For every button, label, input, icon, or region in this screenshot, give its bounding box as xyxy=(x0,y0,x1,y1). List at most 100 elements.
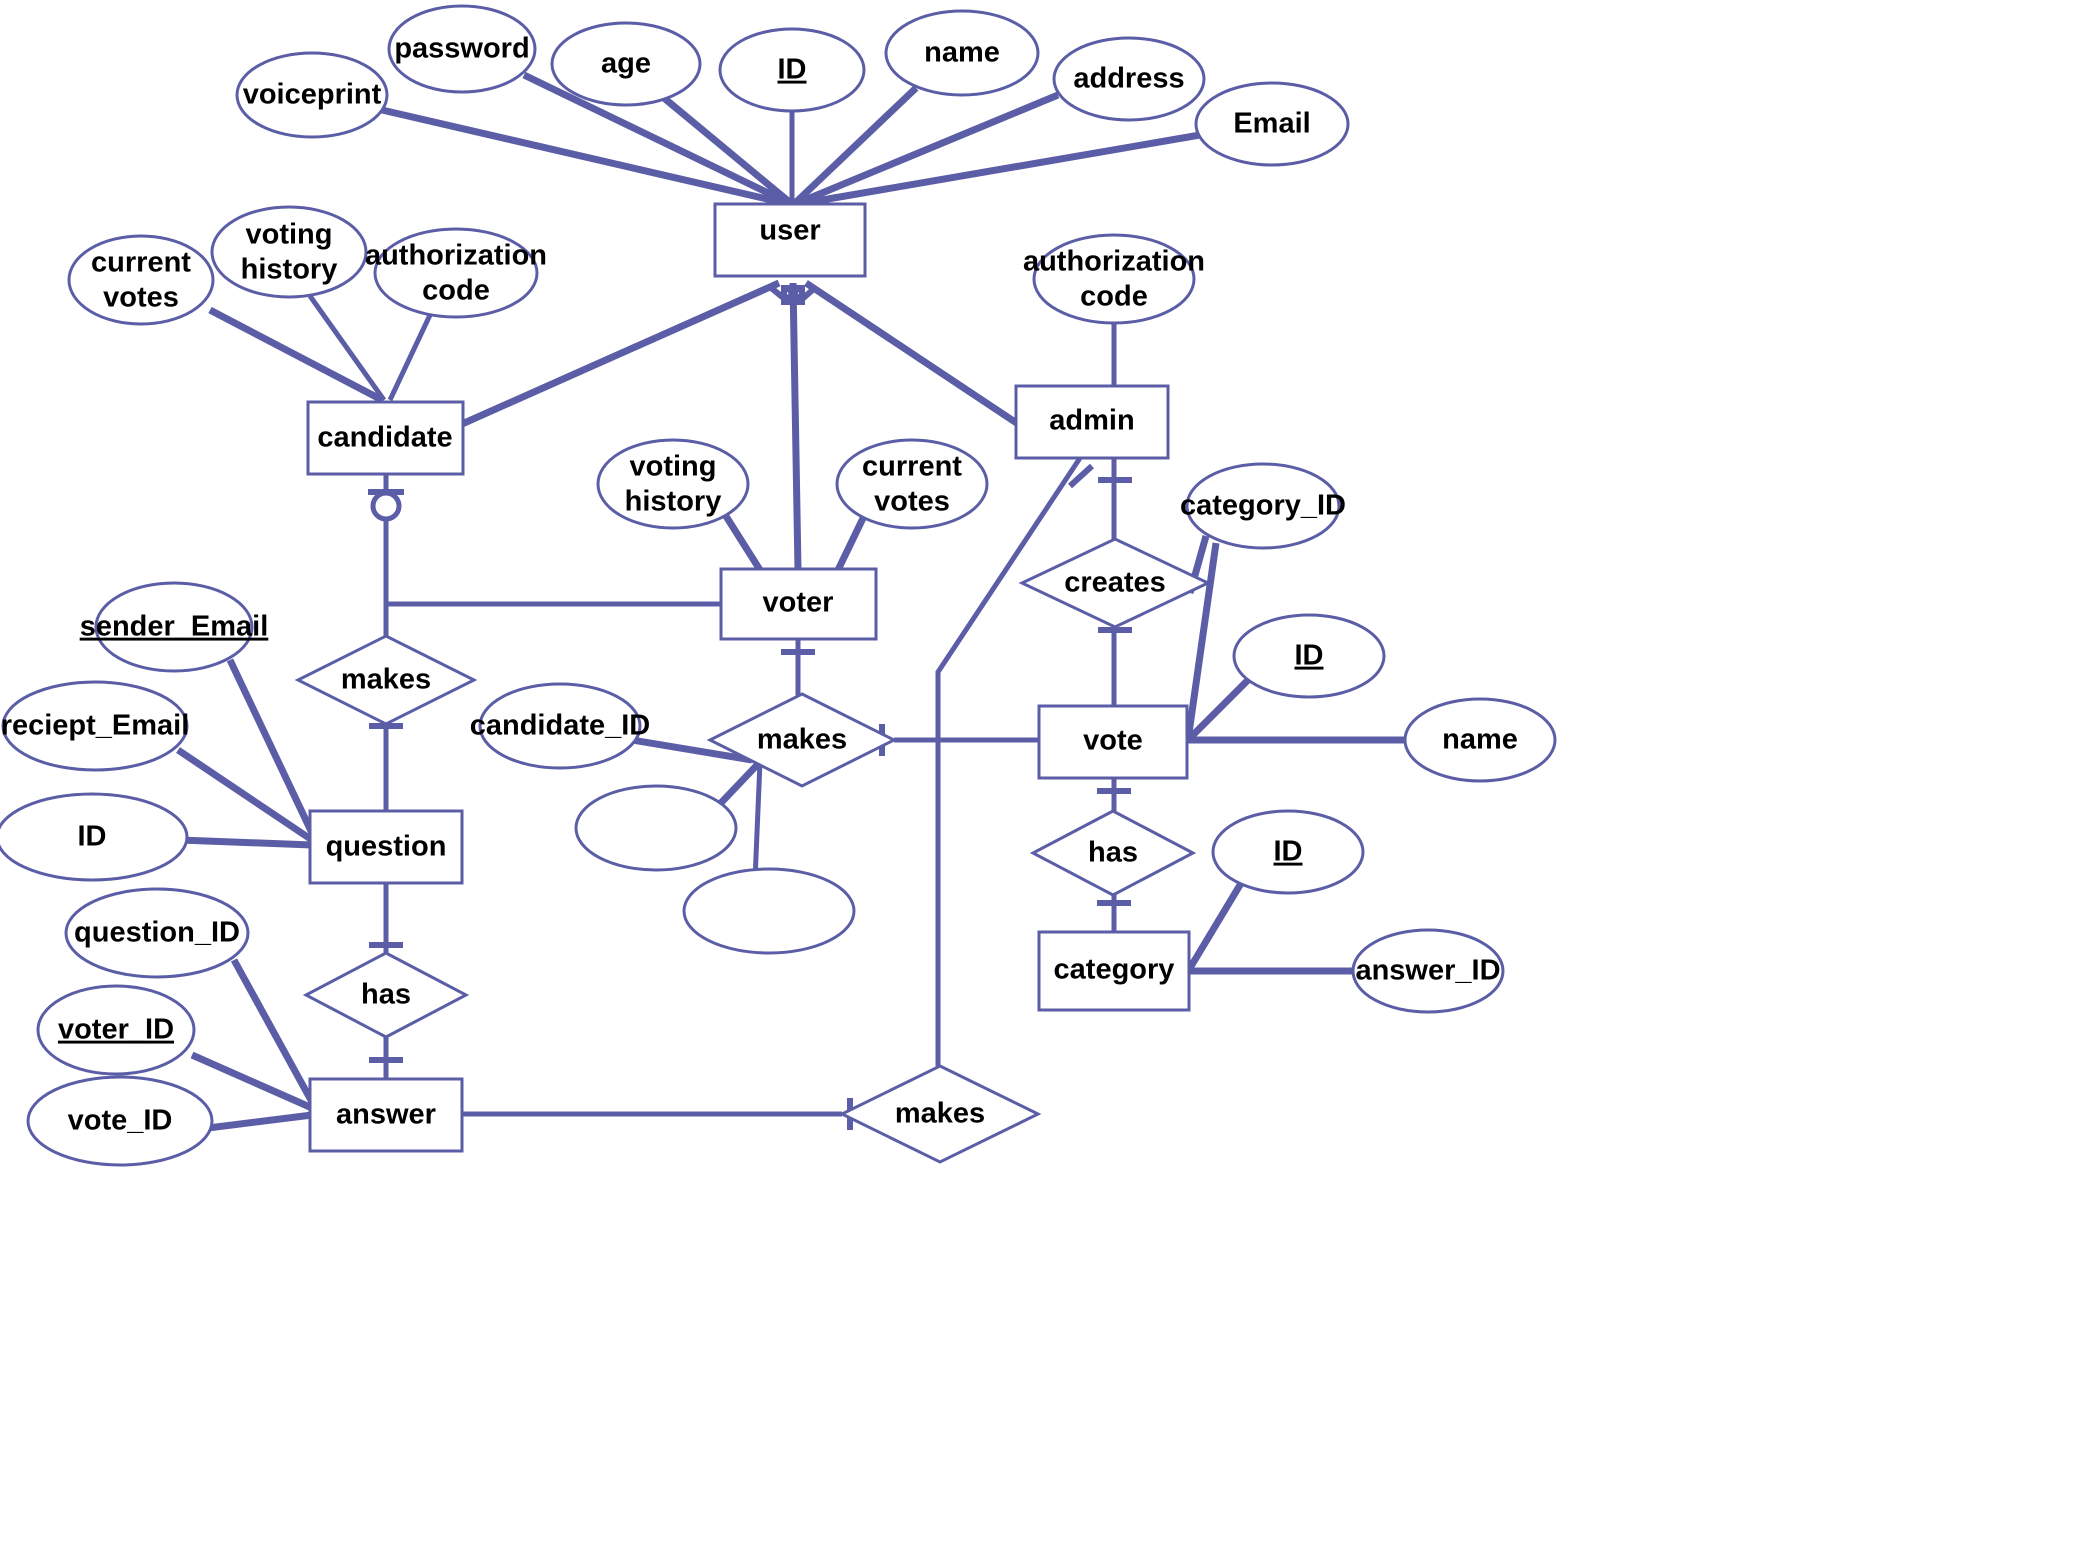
attribute-label: question_ID xyxy=(74,917,240,949)
edge-voteid-makesvote xyxy=(715,761,761,809)
entity-admin[interactable]: admin xyxy=(1014,384,1170,460)
edge-user-admin xyxy=(804,280,1020,427)
attribute-category-name[interactable]: answer_ID xyxy=(1351,928,1505,1014)
entity-vote[interactable]: vote xyxy=(1037,704,1189,780)
entity-user[interactable]: user xyxy=(713,202,867,278)
attribute-voter-voting-history[interactable]: voting history xyxy=(596,438,750,530)
attribute-address[interactable]: address xyxy=(1052,36,1206,122)
attribute-sender-email[interactable]: ID xyxy=(0,792,189,882)
attribute-label-line2: votes xyxy=(103,282,179,314)
attribute-label-line2: code xyxy=(1080,281,1148,313)
attribute-label: voter_ID xyxy=(58,1014,174,1046)
entity-label: vote xyxy=(1083,725,1143,757)
attribute-question-id-pk[interactable]: sender_Email xyxy=(80,581,269,673)
attribute-label: ID xyxy=(78,821,107,853)
attribute-candidate-authorization-code[interactable]: authorization code xyxy=(365,227,547,319)
entity-question[interactable]: question xyxy=(308,809,464,885)
attribute-label: vote_ID xyxy=(68,1105,173,1137)
entity-category[interactable]: category xyxy=(1037,930,1191,1012)
relationship-label: creates xyxy=(1064,567,1166,599)
attribute-reciept-email[interactable]: question_ID xyxy=(64,887,250,979)
attribute-voter-id[interactable]: candidate_ID xyxy=(470,682,651,770)
relationship-label: has xyxy=(361,979,411,1011)
attribute-user-id[interactable]: ID xyxy=(718,27,866,113)
relationship-label: makes xyxy=(757,724,847,756)
attribute-label: candidate_ID xyxy=(470,710,651,742)
relationship-makes-answer[interactable]: makes xyxy=(838,1064,1042,1164)
attribute-voiceprint[interactable]: voiceprint xyxy=(235,51,389,139)
attribute-question-id[interactable]: vote_ID xyxy=(26,1075,214,1167)
attribute-voter-current-votes[interactable]: current votes xyxy=(835,438,989,530)
er-diagram-canvas: voiceprint password age ID name address … xyxy=(0,0,2090,1566)
entity-label: voter xyxy=(763,587,834,619)
attribute-admin-id[interactable]: category_ID xyxy=(1180,462,1346,550)
attribute-label: address xyxy=(1073,63,1184,95)
entity-answer[interactable]: answer xyxy=(308,1077,464,1153)
attribute-label-line1: voting xyxy=(246,219,333,251)
attribute-name[interactable]: name xyxy=(884,9,1040,97)
edge-catid-category xyxy=(1187,878,1246,970)
attribute-vote-id-pk[interactable]: ID xyxy=(1232,613,1386,699)
attribute-label: age xyxy=(601,48,651,80)
relationship-creates[interactable]: creates xyxy=(1018,537,1212,629)
edge-senderemail-question xyxy=(179,836,313,849)
entity-label: user xyxy=(759,215,820,247)
edge-currentvotes-candidate xyxy=(208,306,384,404)
attribute-label: answer_ID xyxy=(1355,955,1500,987)
entity-candidate[interactable]: candidate xyxy=(306,400,465,476)
edge-voterhistory-voter xyxy=(721,511,763,572)
attribute-label-line2: history xyxy=(241,254,338,286)
relationship-label: makes xyxy=(341,664,431,696)
entity-label: category xyxy=(1054,954,1175,986)
attribute-category-id-pk[interactable]: ID xyxy=(1211,809,1365,895)
attribute-category-id[interactable]: name xyxy=(1403,697,1557,783)
attribute-answer-id-pk[interactable]: voter_ID xyxy=(36,984,196,1076)
attribute-label: category_ID xyxy=(1180,490,1346,522)
attribute-age[interactable]: age xyxy=(550,21,702,107)
entity-label: candidate xyxy=(317,422,452,454)
attribute-label: password xyxy=(394,33,529,65)
attribute-candidate-id[interactable] xyxy=(682,867,856,955)
attribute-label-line1: current xyxy=(91,247,191,279)
attribute-label-line2: votes xyxy=(874,486,950,518)
edge-user-voter xyxy=(789,282,802,571)
attribute-answer-id[interactable]: reciept_Email xyxy=(1,680,190,772)
attribute-label-line1: voting xyxy=(630,451,717,483)
attribute-label: ID xyxy=(1295,640,1324,672)
edge-address-user xyxy=(791,91,1060,209)
entity-label: answer xyxy=(336,1099,436,1131)
edge-qid-question xyxy=(226,658,316,835)
marker-circle-candidate xyxy=(370,490,402,522)
attribute-label: name xyxy=(924,37,1000,69)
edge-authcode-candidate xyxy=(387,313,433,402)
edge-admin-makesanswer xyxy=(935,456,1083,1114)
attribute-label: sender_Email xyxy=(80,611,269,643)
relationship-label: has xyxy=(1088,837,1138,869)
relationship-has-answer[interactable]: has xyxy=(302,951,470,1039)
attribute-label: name xyxy=(1442,724,1518,756)
relationship-makes-question[interactable]: makes xyxy=(294,634,478,726)
relationship-label: makes xyxy=(895,1098,985,1130)
attribute-label: ID xyxy=(778,54,807,86)
relationship-has-category[interactable]: has xyxy=(1029,809,1197,897)
relationship-makes-vote[interactable]: makes xyxy=(706,692,898,788)
entity-label: admin xyxy=(1049,405,1134,437)
attribute-label: Email xyxy=(1233,108,1310,140)
attribute-candidate-voting-history[interactable]: voting history xyxy=(210,205,368,299)
attribute-admin-authorization-code[interactable]: authorization code xyxy=(1023,233,1205,325)
attribute-label: voiceprint xyxy=(243,79,382,111)
edge-candidateid-makesvote xyxy=(752,761,763,881)
entity-voter[interactable]: voter xyxy=(719,567,878,641)
edge-questionid-answer xyxy=(207,1111,313,1132)
entity-label: question xyxy=(326,831,447,863)
er-diagram-svg: voiceprint password age ID name address … xyxy=(0,4,1557,1167)
attribute-label-line1: authorization xyxy=(365,240,547,272)
attribute-vote-id[interactable] xyxy=(574,784,738,872)
attribute-label: ID xyxy=(1274,836,1303,868)
attribute-label-line1: current xyxy=(862,451,962,483)
edge-votercurrent-voter xyxy=(834,510,870,572)
attribute-candidate-current-votes[interactable]: current votes xyxy=(67,234,215,326)
attribute-password[interactable]: password xyxy=(387,4,537,94)
attribute-email[interactable]: Email xyxy=(1194,81,1350,167)
attribute-label-line2: code xyxy=(422,275,490,307)
